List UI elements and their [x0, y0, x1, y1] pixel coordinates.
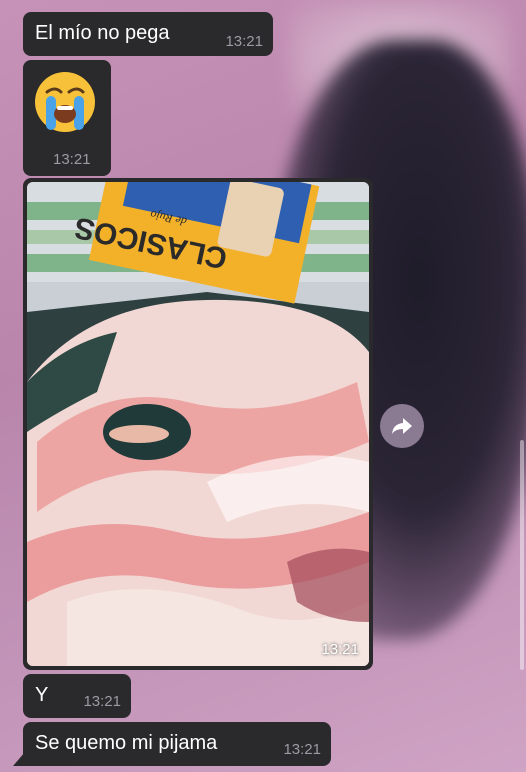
- message-time: 13:21: [53, 151, 91, 168]
- message-bubble-4[interactable]: Y 13:21: [23, 674, 131, 718]
- message-time: 13:21: [283, 741, 321, 758]
- loudly-crying-face-icon: [35, 72, 95, 132]
- message-time: 13:21: [225, 33, 263, 50]
- photo-attachment[interactable]: CLASICOS de Rujo 13:21: [27, 182, 369, 666]
- message-text: Se quemo mi pijama: [35, 732, 218, 754]
- scrollbar[interactable]: [520, 440, 524, 670]
- message-bubble-3[interactable]: CLASICOS de Rujo 13:21: [23, 178, 373, 670]
- message-text: Y: [35, 684, 49, 706]
- share-arrow-icon: [392, 418, 412, 434]
- pajama-photo: CLASICOS de Rujo: [27, 182, 369, 666]
- message-bubble-5[interactable]: Se quemo mi pijama 13:21: [13, 722, 331, 766]
- message-bubble-1[interactable]: El mío no pega 13:21: [23, 12, 273, 56]
- message-time: 13:21: [83, 693, 121, 710]
- photo-time: 13:21: [321, 641, 359, 658]
- message-text: El mío no pega: [35, 22, 170, 44]
- message-bubble-2[interactable]: 13:21: [23, 60, 111, 176]
- bubble-tail: [13, 752, 25, 766]
- forward-button[interactable]: [380, 404, 424, 448]
